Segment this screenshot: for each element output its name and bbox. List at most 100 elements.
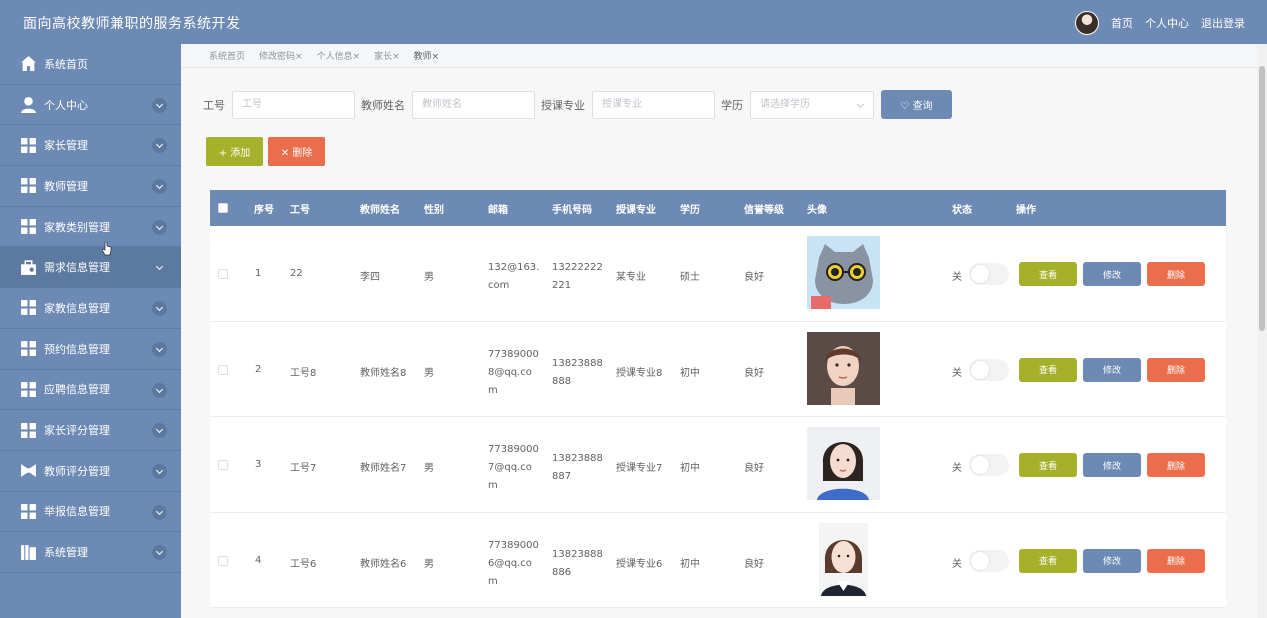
sidebar-item-label: 家长管理 [44, 139, 88, 153]
avatar-image-woman [807, 427, 880, 500]
query-button[interactable]: ♡ 查询 [881, 90, 952, 119]
add-button[interactable]: + 添加 [206, 137, 263, 166]
grid-icon [21, 137, 36, 153]
grid-icon [21, 503, 36, 519]
bowtie-icon [21, 464, 36, 478]
chevron-down-icon[interactable] [152, 97, 167, 113]
chevron-down-icon[interactable] [152, 179, 167, 195]
row-checkbox[interactable] [218, 269, 228, 279]
sidebar-item-profile[interactable]: 个人中心 [0, 85, 181, 126]
teacher-table: 序号 工号 教师姓名 性别 邮箱 手机号码 授课专业 学历 信誉等级 头像 状态… [210, 190, 1226, 608]
row-edu: 初中 [680, 367, 700, 379]
chevron-down-icon[interactable] [152, 504, 167, 520]
profile-link[interactable]: 个人中心 [1145, 15, 1189, 31]
row-credit: 良好 [744, 558, 764, 570]
page-scrollbar[interactable] [1257, 44, 1267, 618]
sidebar-item-label: 家长评分管理 [44, 424, 110, 438]
edit-button[interactable]: 修改 [1083, 548, 1141, 573]
row-email: 77389000 8@qq.co m [488, 348, 539, 396]
status-toggle[interactable] [969, 358, 1009, 381]
chevron-down-icon[interactable] [152, 423, 167, 439]
grid-icon [21, 341, 36, 357]
row-major: 授课专业8 [616, 367, 663, 379]
row-delete-button[interactable]: 删除 [1147, 453, 1205, 477]
status-toggle[interactable] [969, 454, 1009, 476]
chevron-down-icon[interactable] [152, 545, 167, 561]
chevron-down-icon[interactable] [152, 260, 167, 275]
row-checkbox[interactable] [218, 555, 228, 566]
home-link[interactable]: 首页 [1111, 15, 1133, 31]
row-phone: 13823888 888 [552, 357, 603, 387]
tab-password[interactable]: 修改密码× [259, 49, 303, 62]
view-button[interactable]: 查看 [1019, 357, 1077, 382]
sidebar-item-report[interactable]: 举报信息管理 [0, 492, 181, 533]
row-index: 3 [255, 459, 262, 470]
tab-home[interactable]: 系统首页 [209, 49, 245, 62]
sidebar-item-teacher-rating[interactable]: 教师评分管理 [0, 451, 181, 492]
sidebar-item-home[interactable]: 系统首页 [0, 44, 181, 85]
view-button[interactable]: 查看 [1019, 453, 1077, 477]
teacher-name-label: 教师姓名 [361, 98, 405, 112]
row-phone: 13823888 887 [552, 453, 603, 482]
row-checkbox[interactable] [218, 364, 228, 375]
sidebar-item-tutor-info[interactable]: 家教信息管理 [0, 288, 181, 329]
col-header: 授课专业 [616, 205, 656, 216]
chevron-down-icon[interactable] [152, 219, 167, 235]
col-header: 工号 [290, 205, 310, 216]
scrollbar-thumb[interactable] [1259, 66, 1265, 331]
row-email: 132@163. com [488, 262, 540, 291]
chevron-down-icon[interactable] [152, 341, 167, 357]
edit-button[interactable]: 修改 [1083, 357, 1141, 382]
grid-icon [21, 300, 36, 316]
row-index: 4 [255, 554, 262, 566]
grid-icon [21, 381, 36, 397]
chevron-down-icon[interactable] [152, 382, 167, 398]
col-header: 信誉等级 [744, 205, 784, 216]
sidebar-item-application[interactable]: 应聘信息管理 [0, 370, 181, 411]
logout-link[interactable]: 退出登录 [1201, 15, 1245, 31]
sidebar-item-parent-rating[interactable]: 家长评分管理 [0, 410, 181, 451]
row-checkbox[interactable] [218, 460, 228, 470]
row-delete-button[interactable]: 删除 [1147, 262, 1205, 286]
table-row: 3 工号7 教师姓名7 男 77389000 7@qq.co m 13823888 8… [210, 417, 1226, 513]
edit-button[interactable]: 修改 [1083, 453, 1141, 477]
gonghao-input[interactable]: 工号 [232, 90, 355, 119]
status-toggle[interactable] [969, 549, 1009, 572]
select-all-checkbox[interactable] [218, 203, 228, 213]
tab-parents[interactable]: 家长× [374, 49, 400, 62]
delete-button[interactable]: ✕ 删除 [268, 137, 325, 166]
row-gender: 男 [424, 367, 434, 379]
edit-button[interactable]: 修改 [1083, 262, 1141, 286]
row-status-label: 关 [952, 558, 962, 570]
briefcase-icon [21, 260, 36, 275]
table-row: 2 工号8 教师姓名8 男 77389000 8@qq.co m 13823888 8… [210, 322, 1226, 417]
status-toggle[interactable] [969, 263, 1009, 285]
search-form: 工号 工号 教师姓名 教师姓名 授课专业 授课专业 学历 请选择学历 ♡ 查询 [203, 90, 952, 119]
chevron-down-icon[interactable] [152, 463, 167, 479]
sidebar-item-tutor-category[interactable]: 家教类别管理 [0, 207, 181, 248]
sidebar-item-booking[interactable]: 预约信息管理 [0, 329, 181, 370]
chevron-down-icon[interactable] [152, 138, 167, 154]
edu-select[interactable]: 请选择学历 [750, 90, 874, 119]
row-name: 教师姓名8 [360, 367, 407, 379]
chevron-down-icon[interactable] [152, 301, 167, 317]
row-delete-button[interactable]: 删除 [1147, 357, 1205, 382]
view-button[interactable]: 查看 [1019, 262, 1077, 286]
grid-icon [21, 178, 36, 194]
sidebar-item-teachers[interactable]: 教师管理 [0, 166, 181, 207]
tab-profile[interactable]: 个人信息× [317, 49, 361, 62]
sidebar-item-system[interactable]: 系统管理 [0, 532, 181, 573]
sidebar-item-label: 系统管理 [44, 546, 88, 560]
sidebar-item-demand[interactable]: 需求信息管理 [0, 247, 181, 289]
major-input[interactable]: 授课专业 [592, 90, 715, 119]
col-header: 教师姓名 [360, 205, 400, 216]
view-button[interactable]: 查看 [1019, 548, 1077, 573]
row-gender: 男 [424, 463, 434, 474]
row-edu: 初中 [680, 463, 700, 474]
sidebar-item-parents[interactable]: 家长管理 [0, 125, 181, 167]
row-delete-button[interactable]: 删除 [1147, 548, 1205, 573]
tab-teachers[interactable]: 教师× [414, 49, 440, 62]
teacher-name-input[interactable]: 教师姓名 [412, 90, 535, 119]
row-status-label: 关 [952, 463, 962, 474]
user-avatar[interactable] [1075, 11, 1099, 35]
